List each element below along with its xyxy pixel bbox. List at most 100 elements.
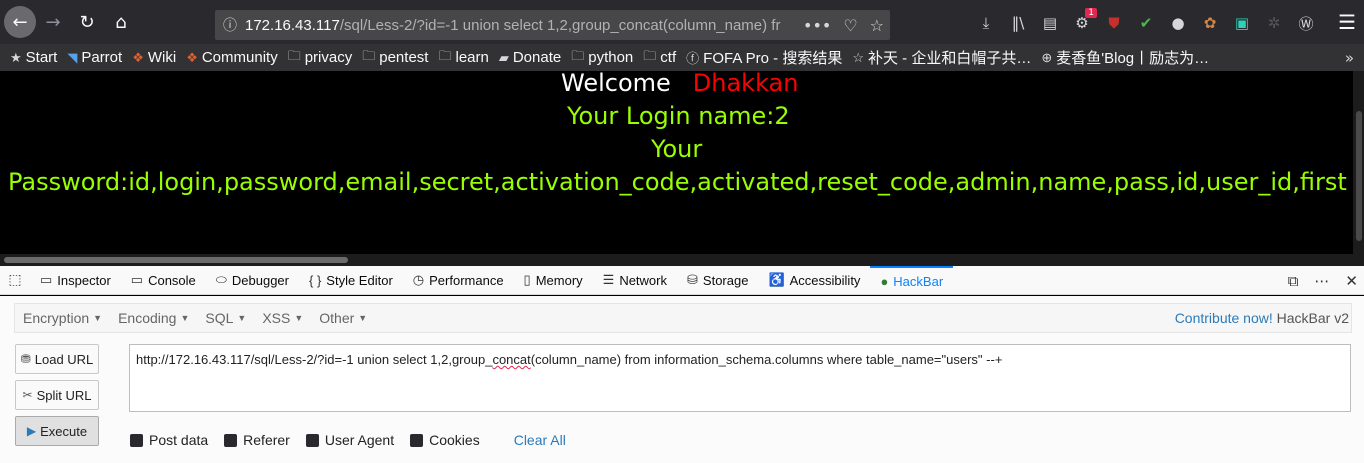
bookmark-blog[interactable]: ⊕ 麦香鱼'Blog丨励志为… — [1041, 47, 1209, 68]
horizontal-scroll-thumb[interactable] — [4, 257, 348, 263]
memory-icon: ▯ — [523, 272, 531, 287]
dock-icon[interactable]: ⧉ — [1288, 272, 1299, 290]
chevron-down-icon: ▼ — [180, 313, 190, 323]
save-icon[interactable]: ▣ — [1231, 12, 1253, 34]
menu-other[interactable]: Other ▼ — [311, 310, 375, 326]
bookmark-folder-pentest[interactable]: 🗀 pentest — [362, 47, 428, 69]
bookmark-butian[interactable]: ☆ 补天 - 企业和白帽子共… — [852, 47, 1031, 68]
cookie-icon[interactable]: ✿ — [1199, 12, 1221, 34]
bookmark-donate[interactable]: ▰ Donate — [499, 49, 561, 66]
vertical-scroll-thumb[interactable] — [1356, 111, 1362, 241]
folder-icon: 🗀 — [571, 47, 585, 63]
referer-checkbox[interactable]: Referer — [224, 432, 290, 448]
tab-network[interactable]: ☰ Network — [593, 266, 677, 295]
fofa-icon: ⓕ — [686, 51, 700, 66]
library-icon[interactable]: ‖\ — [1007, 12, 1029, 34]
folder-icon: 🗀 — [438, 47, 452, 63]
tab-storage[interactable]: ⛁ Storage — [677, 266, 758, 295]
bookmark-folder-python[interactable]: 🗀 python — [571, 47, 633, 69]
split-url-button[interactable]: ✂ Split URL — [15, 380, 99, 410]
tab-memory[interactable]: ▯ Memory — [514, 266, 593, 295]
book-icon: ▰ — [498, 49, 509, 65]
post-data-checkbox[interactable]: Post data — [130, 432, 208, 448]
reload-button[interactable]: ↻ — [70, 5, 104, 39]
star-icon: ★ — [10, 49, 22, 65]
menu-encryption[interactable]: Encryption ▼ — [15, 310, 110, 326]
contribute-link[interactable]: Contribute now! — [1175, 310, 1273, 326]
hackbar-icon: ● — [880, 273, 889, 289]
load-url-button[interactable]: ⛃ Load URL — [15, 344, 99, 374]
menu-encoding[interactable]: Encoding ▼ — [110, 310, 197, 326]
url-textarea[interactable]: http://172.16.43.117/sql/Less-2/?id=-1 u… — [129, 344, 1351, 412]
tab-performance[interactable]: ◷ Performance — [403, 266, 514, 295]
arrow-left-icon: ← — [12, 11, 28, 33]
tab-inspector[interactable]: ▭ Inspector — [30, 266, 121, 295]
vertical-scrollbar[interactable] — [1353, 71, 1364, 254]
execute-button[interactable]: ▶ Execute — [15, 416, 99, 446]
menu-xss[interactable]: XSS ▼ — [254, 310, 311, 326]
home-button[interactable]: ⌂ — [104, 5, 138, 39]
back-button[interactable]: ← — [4, 6, 36, 38]
hackbar-panel: Encryption ▼ Encoding ▼ SQL ▼ XSS ▼ Other ▼ C… — [0, 296, 1364, 463]
gear-icon[interactable]: ✲ — [1263, 12, 1285, 34]
network-icon: ☰ — [602, 272, 615, 287]
scissors-icon: ✂ — [22, 388, 33, 402]
chevron-down-icon: ▼ — [358, 313, 368, 323]
chevron-down-icon: ▼ — [237, 313, 247, 323]
devtools-tabbar: ⬚ ▭ Inspector ▭ Console ⬭ Debugger { } Style… — [0, 265, 1364, 295]
bookmark-star-icon[interactable]: ☆ — [870, 16, 884, 35]
cookies-checkbox[interactable]: Cookies — [410, 432, 480, 448]
contribute-text: Contribute now! HackBar v2 — [1175, 310, 1349, 326]
home-icon: ⌂ — [115, 11, 127, 33]
check-circle-icon[interactable]: ✔ — [1135, 12, 1157, 34]
your-line: Your — [651, 135, 703, 163]
accessibility-icon: ♿ — [768, 272, 785, 287]
menu-sql[interactable]: SQL ▼ — [197, 310, 254, 326]
hamburger-menu-icon[interactable]: ☰ — [1338, 10, 1356, 34]
ublock-icon[interactable]: ⛊ — [1103, 12, 1125, 34]
wappalyzer-icon[interactable]: Ⓦ — [1295, 12, 1317, 34]
welcome-line: Welcome Dhakkan — [561, 71, 799, 97]
bookmark-wiki[interactable]: ❖ Wiki — [132, 49, 176, 66]
url-bar[interactable]: ⓘ 172.16.43.117/sql/Less-2/?id=-1 union … — [215, 10, 890, 40]
bookmarks-toolbar: ★ Start ◥ Parrot ❖ Wiki ❖ Community 🗀 privacy… — [0, 44, 1364, 71]
bookmark-parrot[interactable]: ◥ Parrot — [67, 49, 122, 66]
folder-icon: 🗀 — [643, 47, 657, 63]
arrow-right-icon: → — [45, 11, 61, 33]
braces-icon: { } — [309, 272, 322, 288]
debugger-icon: ⬭ — [215, 272, 227, 287]
close-icon[interactable]: ✕ — [1345, 272, 1358, 290]
load-icon: ⛃ — [20, 352, 31, 366]
bookmark-fofa[interactable]: ⓕ FOFA Pro - 搜索结果 — [686, 47, 842, 68]
circle-icon[interactable]: ● — [1167, 12, 1189, 34]
more-options-icon[interactable]: ⋯ — [1314, 272, 1329, 290]
login-name-line: Your Login name:2 — [567, 102, 790, 130]
bookmark-folder-learn[interactable]: 🗀 learn — [438, 47, 488, 69]
element-picker-icon[interactable]: ⬚ — [0, 272, 30, 288]
forward-button[interactable]: → — [36, 5, 70, 39]
url-text[interactable]: 172.16.43.117/sql/Less-2/?id=-1 union se… — [245, 17, 805, 34]
tab-style-editor[interactable]: { } Style Editor — [299, 266, 403, 295]
sidebar-icon[interactable]: ▤ — [1039, 12, 1061, 34]
tab-accessibility[interactable]: ♿ Accessibility — [758, 266, 870, 295]
user-agent-checkbox[interactable]: User Agent — [305, 432, 394, 448]
tab-console[interactable]: ▭ Console — [121, 266, 206, 295]
pocket-icon[interactable]: ♡ — [843, 16, 857, 35]
bookmark-start[interactable]: ★ Start — [10, 49, 57, 66]
horizontal-scrollbar[interactable] — [0, 254, 1364, 266]
tab-hackbar[interactable]: ● HackBar — [870, 265, 954, 295]
more-bookmarks-icon[interactable]: » — [1345, 49, 1354, 67]
bookmark-folder-ctf[interactable]: 🗀 ctf — [643, 47, 676, 69]
tab-debugger[interactable]: ⬭ Debugger — [206, 266, 299, 295]
hackbar-version: HackBar v2 — [1276, 310, 1349, 326]
bookmark-community[interactable]: ❖ Community — [186, 49, 278, 66]
download-icon[interactable]: ⤓ — [975, 12, 997, 34]
bookmark-folder-privacy[interactable]: 🗀 privacy — [288, 47, 353, 69]
page-actions-icon[interactable]: ••• — [803, 16, 831, 35]
clear-all-link[interactable]: Clear All — [514, 432, 566, 448]
info-icon[interactable]: ⓘ — [215, 15, 245, 35]
globe-icon: ⊕ — [1041, 49, 1053, 65]
extension-notification-icon[interactable]: ⚙ 1 — [1071, 8, 1097, 34]
folder-icon: 🗀 — [287, 47, 301, 63]
browser-toolbar: ← → ↻ ⌂ ⓘ 172.16.43.117/sql/Less-2/?id=-… — [0, 0, 1364, 44]
